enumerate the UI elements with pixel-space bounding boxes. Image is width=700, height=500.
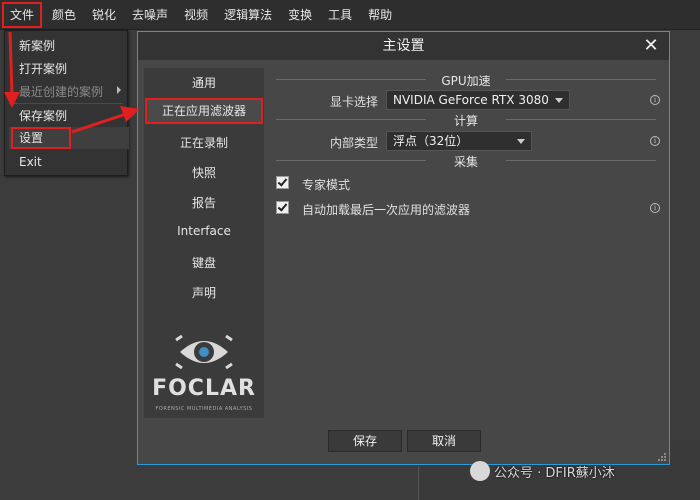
arrow-down-icon <box>4 31 20 108</box>
watermark-text: 公众号 · DFIR蘇小沐 <box>494 465 615 481</box>
annotation-arrows <box>4 31 140 134</box>
watermark: 公众号 · DFIR蘇小沐 <box>470 461 615 481</box>
wechat-icon <box>470 461 490 481</box>
arrow-right-icon <box>71 106 140 134</box>
